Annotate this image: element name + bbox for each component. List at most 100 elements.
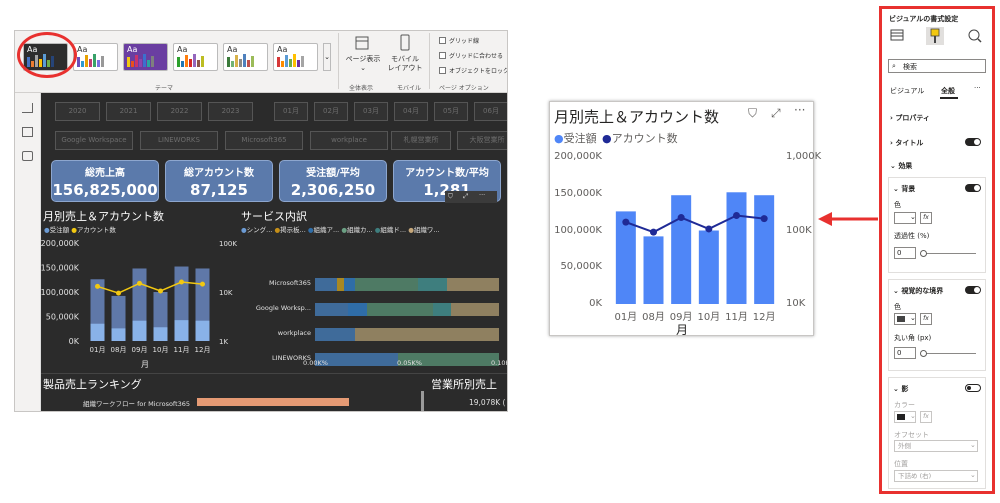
- effects-section[interactable]: ⌄ 効果: [890, 161, 912, 171]
- search-input[interactable]: ⌕ 検索: [888, 59, 986, 73]
- slicer-month[interactable]: 04月: [394, 102, 428, 121]
- fx-button[interactable]: fx: [920, 313, 932, 325]
- lock-objects-checkbox[interactable]: オブジェクトをロック: [439, 66, 507, 75]
- line-point[interactable]: [116, 290, 121, 296]
- bar[interactable]: [754, 195, 775, 304]
- transparency-input[interactable]: 0: [894, 247, 916, 259]
- visual-border-section[interactable]: ⌄ 視覚的な境界: [893, 286, 943, 296]
- fields-icon[interactable]: [890, 29, 904, 42]
- line-point[interactable]: [705, 225, 713, 233]
- service-bar-segment[interactable]: [418, 278, 448, 291]
- title-section[interactable]: › タイトル: [890, 138, 923, 148]
- properties-section[interactable]: › プロパティ: [890, 113, 930, 123]
- radius-input[interactable]: 0: [894, 347, 916, 359]
- bar-segment: [174, 320, 189, 341]
- service-bar-segment[interactable]: [447, 278, 499, 291]
- slicer-month[interactable]: 01月: [274, 102, 308, 121]
- snap-to-grid-checkbox[interactable]: グリッドに合わせる: [439, 51, 503, 60]
- visual-card[interactable]: 月別売上＆アカウント数 ⛉ ⤢ ··· ●受注額 ●アカウント数 200,000…: [549, 101, 821, 337]
- mobile-layout-button[interactable]: モバイル レイアウト: [385, 55, 425, 73]
- slicer-office[interactable]: 大阪営業所: [457, 131, 507, 150]
- page-options-label: ページ オプション: [439, 85, 489, 92]
- line-point[interactable]: [158, 288, 163, 294]
- bar[interactable]: [643, 236, 664, 304]
- service-bar-segment[interactable]: [432, 303, 452, 316]
- model-view-icon[interactable]: [22, 151, 33, 161]
- gridlines-checkbox[interactable]: グリッド線: [439, 36, 479, 45]
- line-point[interactable]: [760, 215, 768, 223]
- theme-thumbnail[interactable]: Aa: [273, 43, 318, 71]
- slicer-year[interactable]: 2021: [106, 102, 151, 121]
- service-bar-segment[interactable]: [337, 278, 345, 291]
- slicer-product[interactable]: workplace: [310, 131, 388, 150]
- service-bar-segment[interactable]: [355, 278, 419, 291]
- service-bar-segment[interactable]: [366, 303, 433, 316]
- visual-border-toggle[interactable]: [965, 286, 981, 294]
- line-point[interactable]: [622, 218, 630, 226]
- service-bar-segment[interactable]: [315, 278, 338, 291]
- line-point[interactable]: [179, 279, 184, 285]
- slicer-month[interactable]: 02月: [314, 102, 348, 121]
- position-dropdown[interactable]: 下詰め (右): [894, 470, 978, 482]
- x-tick-label: 0.05K%: [397, 359, 422, 367]
- chevron-down-icon[interactable]: ⌄: [341, 64, 385, 73]
- shadow-toggle[interactable]: [965, 384, 981, 392]
- bar[interactable]: [698, 230, 719, 305]
- service-bar-segment[interactable]: [355, 328, 499, 341]
- slider-handle[interactable]: [920, 250, 927, 257]
- title-toggle[interactable]: [965, 138, 981, 146]
- theme-thumbnail[interactable]: Aa: [73, 43, 118, 71]
- slicer-year[interactable]: 2022: [157, 102, 202, 121]
- service-bar-segment[interactable]: [348, 303, 367, 316]
- tab-general[interactable]: 全般: [941, 86, 955, 96]
- scrollbar[interactable]: [421, 391, 424, 411]
- shadow-color-label: カラー: [894, 401, 915, 409]
- fx-button[interactable]: fx: [920, 411, 932, 423]
- slicer-product[interactable]: LINEWORKS: [140, 131, 218, 150]
- kpi-title: 総アカウント数: [184, 168, 254, 179]
- slicer-month[interactable]: 03月: [354, 102, 388, 121]
- page-view-button[interactable]: ページ表示: [341, 55, 385, 64]
- line-point[interactable]: [137, 280, 142, 286]
- background-toggle[interactable]: [965, 184, 981, 192]
- theme-thumbnail[interactable]: Aa: [173, 43, 218, 71]
- slicer-product[interactable]: Microsoft365: [225, 131, 303, 150]
- service-bar-segment[interactable]: [451, 303, 499, 316]
- slicer-year[interactable]: 2020: [55, 102, 100, 121]
- theme-more-icon[interactable]: ⌄: [323, 43, 331, 71]
- analytics-icon[interactable]: [968, 29, 982, 43]
- line-point[interactable]: [95, 283, 100, 289]
- tab-visual[interactable]: ビジュアル: [890, 86, 924, 96]
- service-bar-segment[interactable]: [315, 328, 356, 341]
- line-point[interactable]: [677, 214, 685, 222]
- theme-group-label: テーマ: [155, 85, 174, 92]
- bar[interactable]: [726, 192, 747, 304]
- line-point[interactable]: [200, 281, 205, 287]
- slicer-office[interactable]: 札幌営業所: [391, 131, 451, 150]
- offset-dropdown[interactable]: 外側: [894, 440, 978, 452]
- report-screenshot: Aa Aa Aa Aa Aa Aa ⌄ テーマ ページ表示 ⌄ 全体表示 モバイル レイアウ…: [14, 30, 508, 412]
- slicer-month[interactable]: 06月: [474, 102, 507, 121]
- bar[interactable]: [671, 195, 692, 304]
- background-section[interactable]: ⌄ 背景: [893, 184, 915, 194]
- line-point[interactable]: [733, 211, 740, 219]
- theme-thumbnail[interactable]: Aa: [123, 43, 168, 71]
- shadow-section[interactable]: ⌄ 影: [893, 384, 908, 394]
- more-options-icon[interactable]: ···: [479, 191, 485, 199]
- line-point[interactable]: [650, 228, 657, 236]
- radius-slider[interactable]: [922, 353, 976, 354]
- slicer-month[interactable]: 05月: [434, 102, 468, 121]
- report-view-icon[interactable]: [22, 103, 33, 113]
- fx-button[interactable]: fx: [920, 212, 932, 224]
- theme-thumbnail[interactable]: Aa: [223, 43, 268, 71]
- slider-handle[interactable]: [920, 350, 927, 357]
- service-bar-segment[interactable]: [344, 278, 356, 291]
- transparency-slider[interactable]: [922, 253, 976, 254]
- slicer-year[interactable]: 2023: [208, 102, 253, 121]
- more-icon[interactable]: ···: [974, 84, 981, 92]
- filter-icon[interactable]: ⛉: [448, 192, 453, 201]
- table-view-icon[interactable]: [22, 127, 33, 137]
- focus-mode-icon[interactable]: ⤢: [463, 192, 468, 201]
- service-bar-segment[interactable]: [315, 303, 349, 316]
- slicer-product[interactable]: Google Workspace: [55, 131, 133, 150]
